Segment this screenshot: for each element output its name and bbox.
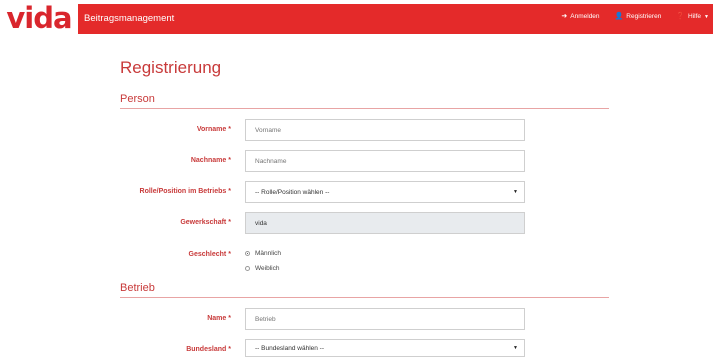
gewerkschaft-label-text: Gewerkschaft (180, 219, 227, 226)
help-dropdown[interactable]: ❓ Hilfe ▼ (676, 13, 709, 20)
register-link[interactable]: 👤 Registrieren (615, 13, 662, 20)
radio-button-checked[interactable] (245, 251, 250, 256)
top-navbar: vida Beitragsmanagement ➜ Anmelden 👤 Reg… (0, 0, 713, 38)
section-betrieb-heading: Betrieb (120, 282, 609, 298)
vida-logo[interactable]: vida (0, 0, 78, 38)
register-label: Registrieren (626, 13, 662, 20)
bundesland-label: Bundesland * (120, 346, 231, 353)
betrieb-name-input[interactable] (245, 308, 525, 330)
bundesland-label-text: Bundesland (186, 346, 227, 353)
betrieb-name-label: Name * (120, 315, 231, 322)
nachname-label-text: Nachname (190, 157, 227, 164)
vorname-input[interactable] (245, 119, 525, 141)
select-arrow-icon: ▼ (513, 345, 518, 351)
gewerkschaft-label: Gewerkschaft * (120, 219, 231, 226)
required-marker: * (228, 315, 231, 322)
required-marker: * (228, 346, 231, 353)
gewerkschaft-field: vida (245, 212, 525, 234)
required-marker: * (228, 219, 231, 226)
help-icon: ❓ (676, 13, 686, 20)
header-nav: ➜ Anmelden 👤 Registrieren ❓ Hilfe ▼ (561, 13, 709, 20)
required-marker: * (228, 157, 231, 164)
rolle-label: Rolle/Position im Betriebs * (120, 188, 231, 195)
logo-text: vida (6, 0, 72, 35)
geschlecht-label-text: Geschlecht (188, 251, 227, 258)
radio-maennlich[interactable]: Männlich (245, 250, 281, 257)
login-label: Anmelden (570, 13, 600, 20)
gewerkschaft-value: vida (255, 219, 267, 227)
page-title: Registrierung (120, 58, 222, 77)
radio-button[interactable] (245, 266, 250, 271)
radio-weiblich-label: Weiblich (255, 265, 280, 272)
select-arrow-icon: ▼ (513, 189, 518, 195)
required-marker: * (228, 188, 231, 195)
sign-in-icon: ➜ (561, 13, 568, 20)
rolle-label-text: Rolle/Position im Betriebs (139, 188, 227, 195)
caret-down-icon: ▼ (704, 13, 709, 20)
header-bar: Beitragsmanagement ➜ Anmelden 👤 Registri… (78, 4, 713, 34)
nachname-label: Nachname * (120, 157, 231, 164)
nachname-input[interactable] (245, 150, 525, 172)
bundesland-select[interactable]: -- Bundesland wählen -- ▼ (245, 339, 525, 357)
required-marker: * (228, 251, 231, 258)
rolle-select[interactable]: -- Rolle/Position wählen -- ▼ (245, 181, 525, 203)
betrieb-name-label-text: Name (207, 315, 227, 322)
vorname-label: Vorname * (120, 126, 231, 133)
rolle-selected-value: -- Rolle/Position wählen -- (255, 188, 330, 196)
bundesland-selected-value: -- Bundesland wählen -- (255, 344, 325, 352)
login-link[interactable]: ➜ Anmelden (561, 13, 599, 20)
radio-maennlich-label: Männlich (255, 250, 282, 257)
section-person-heading: Person (120, 93, 609, 109)
app-title[interactable]: Beitragsmanagement (84, 13, 174, 24)
geschlecht-label: Geschlecht * (120, 251, 231, 258)
vorname-label-text: Vorname (196, 126, 227, 133)
help-label: Hilfe (688, 13, 702, 20)
user-icon: 👤 (614, 13, 624, 20)
radio-weiblich[interactable]: Weiblich (245, 265, 279, 272)
required-marker: * (228, 126, 231, 133)
